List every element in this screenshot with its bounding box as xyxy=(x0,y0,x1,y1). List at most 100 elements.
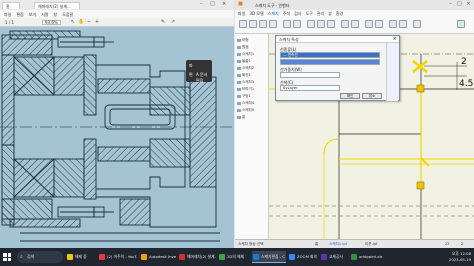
ok-button[interactable]: 확인 xyxy=(340,93,360,99)
share-icon[interactable]: ↗ xyxy=(170,19,176,25)
right-housing-section xyxy=(189,76,217,188)
trim-tool-icon[interactable] xyxy=(317,20,325,28)
line-tool-icon[interactable] xyxy=(239,20,247,28)
node-icon xyxy=(237,38,241,42)
browser-node[interactable]: 스케치5 xyxy=(237,108,254,113)
edit-document-button[interactable]: A 문서 편집 xyxy=(196,72,212,84)
ribbon-tab-manage[interactable]: 관리 xyxy=(317,11,324,16)
zoom-field[interactable]: 93.6% xyxy=(42,20,61,25)
ribbon-tab-inspect[interactable]: 검사 xyxy=(294,11,301,16)
constraint-tool-icon[interactable] xyxy=(365,20,373,28)
browser-node[interactable]: 스케치2 xyxy=(237,66,254,71)
app-icon xyxy=(351,254,357,260)
taskbar-app-button[interactable]: Autodesk Inventor xyxy=(140,251,176,263)
fillet-tool-icon[interactable] xyxy=(283,20,291,28)
windows-start-icon[interactable] xyxy=(3,253,11,261)
zoom-in-icon[interactable]: + xyxy=(94,19,100,25)
node-icon xyxy=(237,87,241,91)
menu-window[interactable]: 창 xyxy=(54,12,58,17)
insert-image-icon[interactable] xyxy=(389,20,397,28)
cancel-button[interactable]: 취소 xyxy=(362,93,382,99)
browser-node[interactable]: 회전1 xyxy=(237,73,251,78)
menu-view[interactable]: 보기 xyxy=(29,12,36,17)
close-icon[interactable]: × xyxy=(465,1,472,8)
pen-icon[interactable]: 파 xyxy=(189,63,193,69)
page-indicator[interactable]: 1 / 1 xyxy=(5,20,14,25)
browser-node[interactable]: 원점 xyxy=(237,45,249,50)
edit-icon[interactable]: 편 xyxy=(189,72,193,78)
format-tool-icon[interactable] xyxy=(399,20,407,28)
ribbon-tab-view[interactable]: 뷰 xyxy=(328,11,332,16)
menu-sign[interactable]: 서명 xyxy=(41,12,48,17)
browser-node-label: 스케치2 xyxy=(242,66,255,70)
lineweight-select[interactable] xyxy=(280,72,340,78)
browser-node[interactable]: 구멍1 xyxy=(237,94,251,99)
taskbar-app-button[interactable]: ZOOM 회의 xyxy=(288,251,318,263)
bottom-tab-sketch-file[interactable]: 스케치1.ipt xyxy=(329,242,347,247)
taskbar-app-label: 해제 중 xyxy=(75,254,87,259)
menu-help[interactable]: 도움말 xyxy=(62,12,73,17)
minimize-icon[interactable]: – xyxy=(200,1,203,7)
pattern-tool-icon[interactable] xyxy=(351,20,359,28)
floating-tool-panel: 파 편 A 문서 편집 xyxy=(186,60,212,84)
bottom-tab-home[interactable]: 홈 xyxy=(315,242,318,247)
move-tool-icon[interactable] xyxy=(307,20,315,28)
comment-icon[interactable]: ✎ xyxy=(160,19,166,25)
rectangle-tool-icon[interactable] xyxy=(269,20,277,28)
dimension-label-d1[interactable]: 2 xyxy=(461,57,467,67)
sketch-point[interactable] xyxy=(416,84,425,93)
ribbon-tab-annotate[interactable]: 주석 xyxy=(283,11,290,16)
text-tool-icon[interactable] xyxy=(293,20,301,28)
linetype-highlight-row[interactable] xyxy=(280,59,380,65)
home-tab[interactable]: 홈 xyxy=(2,2,20,9)
status-count-b: 2 xyxy=(461,242,464,246)
circle-tool-icon[interactable] xyxy=(249,20,257,28)
linecolor-select[interactable]: ByLayer xyxy=(280,85,340,91)
hand-tool-icon[interactable]: ✋ xyxy=(78,19,84,25)
sketch-point[interactable] xyxy=(416,181,425,190)
browser-node[interactable]: 끝 xyxy=(237,115,245,120)
taskbar-app-label: orldpaint.xls xyxy=(359,254,383,259)
dialog-close-icon[interactable]: × xyxy=(393,36,397,42)
taskbar-app-button[interactable]: 해머래치(2) 설계... xyxy=(178,251,216,263)
ribbon-tab-tools[interactable]: 도구 xyxy=(305,11,312,16)
taskbar-app-button[interactable]: 스케치편집 - C xyxy=(252,251,286,263)
finish-sketch-icon[interactable] xyxy=(457,20,465,28)
maximize-icon[interactable]: □ xyxy=(210,1,215,7)
maximize-icon[interactable]: □ xyxy=(456,1,463,8)
browser-node[interactable]: 스케치3 xyxy=(237,80,254,85)
select-tool-icon[interactable]: ↖ xyxy=(70,19,76,25)
clock-date[interactable]: 2023-05-19 xyxy=(449,257,471,263)
pdf-document-tab[interactable]: 해머래치(2) 설계... xyxy=(34,2,80,9)
browser-node[interactable]: 스케치1 xyxy=(237,52,254,57)
ribbon-tab-environments[interactable]: 환경 xyxy=(336,11,343,16)
linetype-select[interactable]: — 연속선 xyxy=(280,52,380,58)
ribbon-tab-3d-model[interactable]: 3D 모델 xyxy=(249,11,263,16)
close-icon[interactable]: × xyxy=(222,1,226,7)
mirror-tool-icon[interactable] xyxy=(341,20,349,28)
taskbar-app-button[interactable]: (2) 아주이 - YouT... xyxy=(98,251,138,263)
bottom-tab-other-file[interactable]: 이웃.ipt xyxy=(365,242,377,247)
taskbar-app-button[interactable]: orldpaint.xls xyxy=(350,251,386,263)
zoom-out-icon[interactable]: − xyxy=(86,19,92,25)
arc-tool-icon[interactable] xyxy=(259,20,267,28)
taskbar-app-button[interactable]: 교체공사 xyxy=(320,251,348,263)
browser-node[interactable]: 돌출1 xyxy=(237,59,251,64)
browser-node[interactable]: 모따기1 xyxy=(237,87,254,92)
browser-node[interactable]: 모형 xyxy=(237,38,249,43)
pdf-drawing-area[interactable]: 파 편 A 문서 편집 xyxy=(0,27,234,248)
taskbar-app-button[interactable]: 해제 중 xyxy=(66,251,96,263)
ribbon-tab-sketch[interactable]: 스케치 xyxy=(268,11,279,16)
taskbar-app-button[interactable]: 2D의 체제 xyxy=(218,251,250,263)
menu-file[interactable]: 파일 xyxy=(4,12,11,17)
taskbar-search[interactable]: ⌕ 검색 xyxy=(17,251,63,263)
menu-edit[interactable]: 편집 xyxy=(16,12,23,17)
ribbon-tab-file[interactable]: 파일 xyxy=(238,11,245,16)
extend-tool-icon[interactable] xyxy=(327,20,335,28)
taskbar-app-label: 스케치편집 - C xyxy=(261,254,285,259)
sketch-properties-icon[interactable] xyxy=(413,20,421,28)
dimension-label-d2[interactable]: 4.5 xyxy=(459,79,473,89)
dimension-tool-icon[interactable] xyxy=(375,20,383,28)
minimize-icon[interactable]: – xyxy=(447,1,454,8)
browser-node[interactable]: 스케치4 xyxy=(237,101,254,106)
